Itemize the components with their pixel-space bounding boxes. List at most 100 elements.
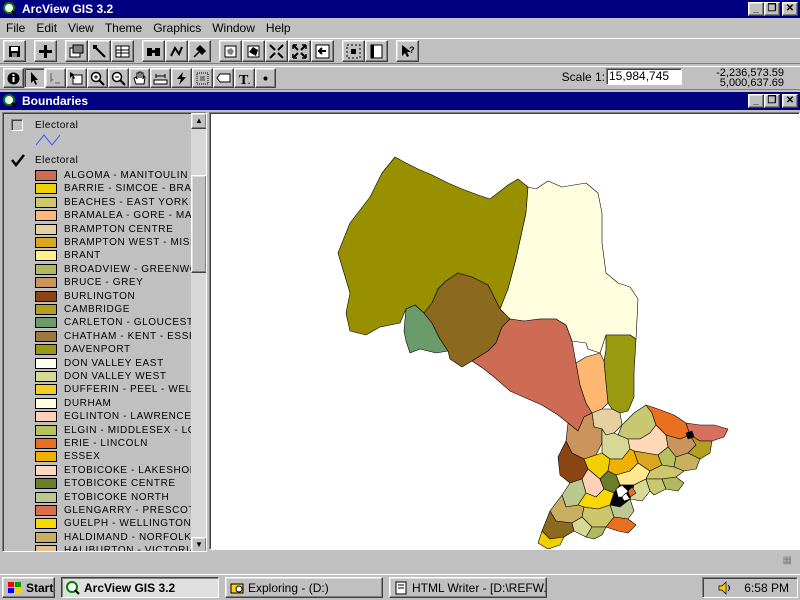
save-icon[interactable]	[3, 40, 26, 62]
zoom-full-extent-icon[interactable]	[219, 40, 242, 62]
draw-point-icon[interactable]	[255, 68, 276, 88]
theme-visibility-checkbox[interactable]	[11, 119, 23, 131]
query-builder-icon[interactable]	[188, 40, 211, 62]
legend-item[interactable]: BARRIE - SIMCOE - BRADFORD	[35, 182, 191, 195]
add-theme-icon[interactable]	[34, 40, 57, 62]
view-title-bar: Boundaries _ ❐ ✕	[0, 92, 800, 110]
open-table-icon[interactable]	[111, 40, 134, 62]
map-display[interactable]	[209, 112, 800, 550]
zoom-in-icon[interactable]	[288, 40, 311, 62]
scroll-thumb[interactable]	[191, 175, 206, 273]
scroll-down-button[interactable]: ▼	[191, 537, 206, 551]
zoom-in-tool-icon[interactable]	[87, 68, 108, 88]
measure-icon[interactable]	[150, 68, 171, 88]
start-button[interactable]: Start	[2, 577, 55, 598]
legend-item[interactable]: CHATHAM - KENT - ESSEX	[35, 330, 191, 343]
zoom-out-icon[interactable]	[311, 40, 334, 62]
task-html-writer[interactable]: HTML Writer - [D:\REFW...	[389, 577, 547, 598]
legend-item[interactable]: ELGIN - MIDDLESEX - LONDON	[35, 424, 191, 437]
legend-item[interactable]: GUELPH - WELLINGTON	[35, 517, 191, 530]
legend-item[interactable]: DURHAM	[35, 397, 112, 410]
task-arcview[interactable]: ArcView GIS 3.2	[61, 577, 219, 598]
legend-item[interactable]: BRUCE - GREY	[35, 276, 143, 289]
area-of-interest-icon[interactable]	[192, 68, 213, 88]
select-by-theme-icon[interactable]	[342, 40, 365, 62]
restore-button[interactable]: ❐	[764, 2, 780, 16]
legend-label: ETOBICOKE CENTRE	[64, 478, 176, 490]
legend-label: ELGIN - MIDDLESEX - LONDON	[64, 424, 191, 436]
theme-properties-icon[interactable]	[65, 40, 88, 62]
legend-item[interactable]: HALIBURTON - VICTORIA	[35, 544, 191, 551]
view-close-button[interactable]: ✕	[782, 94, 798, 108]
svg-text:.: .	[248, 77, 250, 86]
identify-icon[interactable]	[3, 68, 24, 88]
zoom-to-selected-icon[interactable]	[265, 40, 288, 62]
minimize-button[interactable]: _	[748, 2, 764, 16]
legend-item[interactable]: ETOBICOKE NORTH	[35, 491, 169, 504]
help-icon[interactable]: ?	[396, 40, 419, 62]
toc-scrollbar[interactable]: ▲ ▼	[191, 113, 206, 551]
pan-icon[interactable]	[129, 68, 150, 88]
legend-label: BARRIE - SIMCOE - BRADFORD	[64, 183, 191, 195]
scroll-up-button[interactable]: ▲	[191, 113, 206, 129]
vertex-edit-icon[interactable]	[45, 68, 66, 88]
legend-item[interactable]: BRANT	[35, 249, 101, 262]
view-minimize-button[interactable]: _	[748, 94, 764, 108]
task-exploring[interactable]: Exploring - (D:)	[225, 577, 383, 598]
zoom-out-tool-icon[interactable]	[108, 68, 129, 88]
legend-item[interactable]: BROADVIEW - GREENWOOD	[35, 263, 191, 276]
menu-theme[interactable]: Theme	[101, 21, 146, 35]
legend-item[interactable]: BRAMPTON WEST - MISSISSAUGA	[35, 236, 191, 249]
menu-graphics[interactable]: Graphics	[149, 21, 205, 35]
legend-label: DURHAM	[64, 397, 112, 409]
edit-legend-icon[interactable]	[88, 40, 111, 62]
legend-item[interactable]: DUFFERIN - PEEL - WELLINGTON	[35, 383, 191, 396]
pointer-icon[interactable]	[24, 68, 45, 88]
speaker-icon[interactable]	[718, 580, 734, 595]
legend-item[interactable]: HALDIMAND - NORFOLK	[35, 531, 191, 544]
menu-view[interactable]: View	[64, 21, 98, 35]
legend-item[interactable]: GLENGARRY - PRESCOTT	[35, 504, 191, 517]
legend-item[interactable]: BRAMPTON CENTRE	[35, 223, 173, 236]
legend-label: ESSEX	[64, 451, 101, 463]
theme-visibility-checkbox[interactable]	[11, 154, 25, 168]
legend-item[interactable]: DAVENPORT	[35, 343, 131, 356]
legend-item[interactable]: ESSEX	[35, 450, 100, 463]
close-button[interactable]: ✕	[782, 2, 798, 16]
explorer-icon	[230, 583, 244, 593]
clock[interactable]: 6:58 PM	[744, 581, 789, 595]
legend-item[interactable]: ALGOMA - MANITOULIN	[35, 169, 188, 182]
select-feature-icon[interactable]	[66, 68, 87, 88]
text-icon[interactable]: T.	[234, 68, 255, 88]
zoom-to-themes-icon[interactable]	[242, 40, 265, 62]
find-icon[interactable]	[142, 40, 165, 62]
menu-help[interactable]: Help	[262, 21, 295, 35]
menu-file[interactable]: File	[2, 21, 29, 35]
layout-icon[interactable]	[365, 40, 388, 62]
legend-swatch	[35, 290, 57, 302]
view-restore-button[interactable]: ❐	[764, 94, 780, 108]
menu-window[interactable]: Window	[208, 21, 259, 35]
legend-item[interactable]: ETOBICOKE - LAKESHORE	[35, 464, 191, 477]
legend-item[interactable]: CARLETON - GLOUCESTER	[35, 316, 191, 329]
theme-electoral-polygons[interactable]: Electoral	[11, 154, 78, 168]
legend-item[interactable]: DON VALLEY WEST	[35, 370, 167, 383]
legend-item[interactable]: BURLINGTON	[35, 290, 135, 303]
line-symbol-icon	[35, 134, 61, 146]
legend-item[interactable]: ETOBICOKE CENTRE	[35, 477, 176, 490]
legend-item[interactable]: EGLINTON - LAWRENCE	[35, 410, 191, 423]
legend-item[interactable]: BEACHES - EAST YORK	[35, 196, 189, 209]
legend-item[interactable]: BRAMALEA - GORE - MALTON	[35, 209, 191, 222]
ontario-electoral-map[interactable]	[210, 113, 800, 550]
legend-item[interactable]: DON VALLEY EAST	[35, 357, 164, 370]
scale-input[interactable]: 15,984,745	[606, 68, 682, 85]
label-icon[interactable]	[213, 68, 234, 88]
theme-electoral-lines[interactable]: Electoral	[11, 119, 78, 131]
legend-item[interactable]: ERIE - LINCOLN	[35, 437, 148, 450]
hot-link-icon[interactable]	[171, 68, 192, 88]
menu-edit[interactable]: Edit	[32, 21, 61, 35]
locate-address-icon[interactable]	[165, 40, 188, 62]
legend-label: BROADVIEW - GREENWOOD	[64, 263, 191, 275]
resize-grip-icon[interactable]: ▦	[783, 555, 792, 566]
legend-item[interactable]: CAMBRIDGE	[35, 303, 130, 316]
